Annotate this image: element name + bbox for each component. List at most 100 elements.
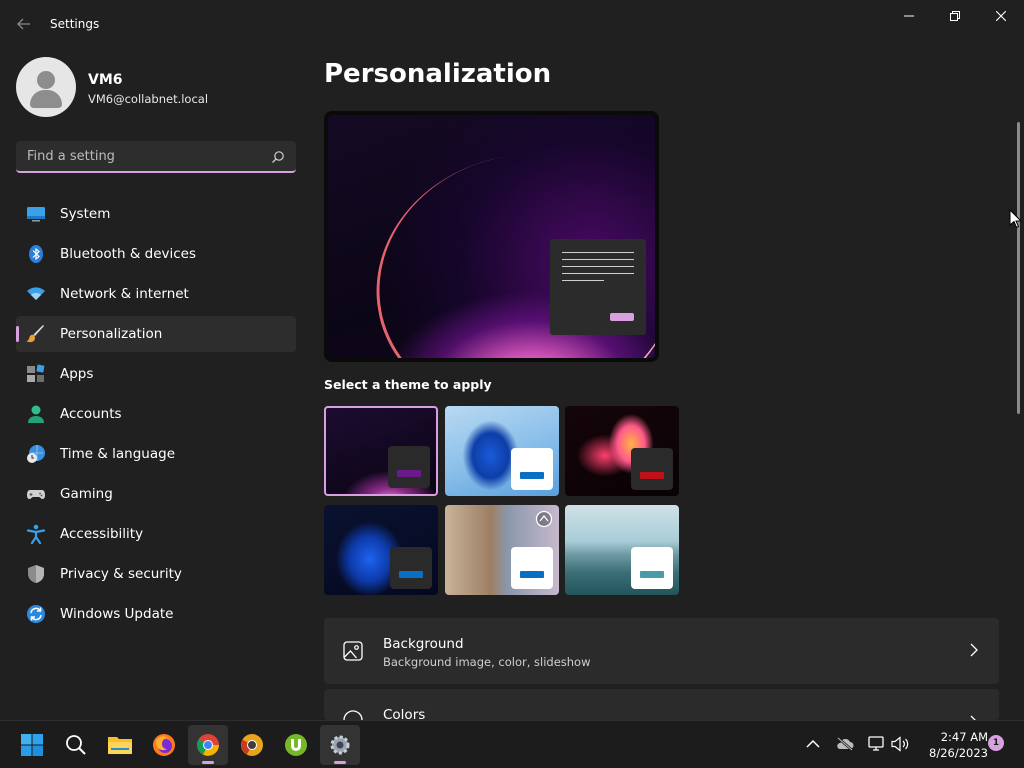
tray-network[interactable] — [867, 734, 887, 754]
search-box[interactable] — [16, 141, 296, 173]
sidebar-item-label: Accounts — [60, 406, 122, 422]
sidebar-item-label: Time & language — [60, 446, 176, 462]
gamepad-icon — [27, 490, 45, 499]
profile-email: VM6@collabnet.local — [88, 92, 209, 106]
chrome-icon — [197, 734, 219, 756]
preview-window — [550, 239, 646, 335]
chevron-right-icon — [970, 643, 978, 657]
accessibility-icon — [26, 524, 46, 544]
back-button[interactable] — [10, 10, 38, 38]
globe-clock-icon — [27, 445, 45, 463]
taskbar-settings[interactable] — [320, 725, 360, 765]
sidebar-item-label: Gaming — [60, 486, 113, 502]
tray-volume[interactable] — [890, 734, 910, 754]
image-icon — [343, 641, 363, 661]
notification-badge[interactable]: 1 — [988, 735, 1004, 751]
theme-preview — [324, 111, 659, 362]
file-explorer-icon — [108, 737, 132, 754]
spotlight-icon — [535, 510, 553, 528]
volume-icon — [891, 736, 909, 752]
close-button[interactable] — [978, 0, 1024, 32]
card-title: Colors — [383, 707, 426, 720]
background-card[interactable]: Background Background image, color, slid… — [324, 618, 999, 684]
sidebar-item-personalization[interactable]: Personalization — [16, 316, 296, 352]
minimize-button[interactable] — [886, 0, 932, 32]
vertical-scrollbar[interactable] — [1017, 122, 1020, 414]
sidebar-item-label: Accessibility — [60, 526, 144, 542]
tray-onedrive[interactable] — [835, 734, 855, 754]
sidebar-item-label: Privacy & security — [60, 566, 182, 582]
sidebar-item-time-language[interactable]: Time & language — [16, 436, 296, 472]
mouse-cursor-icon — [1009, 209, 1021, 229]
sidebar-item-accessibility[interactable]: Accessibility — [16, 516, 296, 552]
taskbar-search-button[interactable] — [56, 725, 96, 765]
taskbar-clock[interactable]: 2:47 AM 8/26/2023 — [918, 729, 988, 761]
theme-tile-glow[interactable] — [324, 406, 438, 496]
running-indicator — [334, 761, 346, 764]
monitor-icon — [27, 207, 45, 222]
sidebar-item-gaming[interactable]: Gaming — [16, 476, 296, 512]
profile-name: VM6 — [88, 72, 123, 88]
theme-section-label: Select a theme to apply — [324, 377, 492, 392]
sidebar-item-label: Windows Update — [60, 606, 174, 622]
apps-icon — [27, 364, 45, 382]
colors-card[interactable]: Colors — [324, 689, 999, 720]
user-profile[interactable]: VM6 VM6@collabnet.local — [16, 57, 296, 117]
bluetooth-icon — [29, 245, 43, 263]
restore-button[interactable] — [932, 0, 978, 32]
sidebar-item-label: System — [60, 206, 111, 222]
sidebar-item-apps[interactable]: Apps — [16, 356, 296, 392]
theme-mini-window — [511, 547, 553, 589]
theme-accent-swatch — [640, 472, 664, 479]
card-title: Background — [383, 636, 464, 652]
theme-tile-spotlight[interactable] — [445, 505, 559, 595]
start-icon — [21, 734, 43, 756]
theme-mini-window — [631, 448, 673, 490]
theme-tile-light-bloom[interactable] — [445, 406, 559, 496]
preview-accent-button — [610, 313, 634, 321]
wifi-icon — [27, 287, 45, 300]
title-bar: Settings — [0, 0, 1024, 48]
search-input[interactable] — [16, 141, 266, 171]
sidebar-item-network[interactable]: Network & internet — [16, 276, 296, 312]
tray-overflow-button[interactable] — [803, 734, 823, 754]
sidebar-item-accounts[interactable]: Accounts — [16, 396, 296, 432]
minimize-icon — [904, 15, 914, 17]
utorrent-icon — [285, 734, 307, 756]
theme-tile-dark-bloom[interactable] — [324, 505, 438, 595]
sidebar-item-label: Apps — [60, 366, 94, 382]
taskbar-chrome-canary[interactable] — [232, 725, 272, 765]
theme-tile-captured-motion[interactable] — [565, 406, 679, 496]
network-icon — [868, 736, 884, 751]
sidebar-item-bluetooth[interactable]: Bluetooth & devices — [16, 236, 296, 272]
back-arrow-icon — [17, 18, 30, 30]
restore-icon — [950, 11, 960, 21]
taskbar-utorrent[interactable] — [276, 725, 316, 765]
theme-mini-window — [511, 448, 553, 490]
theme-mini-window — [388, 446, 430, 488]
theme-accent-swatch — [520, 472, 544, 479]
theme-accent-swatch — [399, 571, 423, 578]
theme-accent-swatch — [520, 571, 544, 578]
cloud-offline-icon — [837, 737, 854, 751]
search-icon[interactable] — [271, 150, 285, 164]
app-title: Settings — [50, 17, 100, 31]
card-subtitle: Background image, color, slideshow — [383, 655, 591, 669]
sidebar-item-windows-update[interactable]: Windows Update — [16, 596, 296, 632]
sidebar-item-privacy-security[interactable]: Privacy & security — [16, 556, 296, 592]
sidebar-item-system[interactable]: System — [16, 196, 296, 232]
taskbar-chrome[interactable] — [188, 725, 228, 765]
theme-tile-flow[interactable] — [565, 505, 679, 595]
avatar — [16, 57, 76, 117]
taskbar: 2:47 AM 8/26/2023 1 — [0, 720, 1024, 768]
theme-mini-window — [390, 547, 432, 589]
sidebar-item-label: Personalization — [60, 326, 163, 342]
taskbar-firefox[interactable] — [144, 725, 184, 765]
search-icon — [66, 735, 86, 755]
theme-grid — [324, 406, 684, 596]
shield-icon — [28, 565, 44, 583]
running-indicator — [202, 761, 214, 764]
close-icon — [996, 11, 1006, 21]
start-button[interactable] — [12, 725, 52, 765]
taskbar-file-explorer[interactable] — [100, 725, 140, 765]
